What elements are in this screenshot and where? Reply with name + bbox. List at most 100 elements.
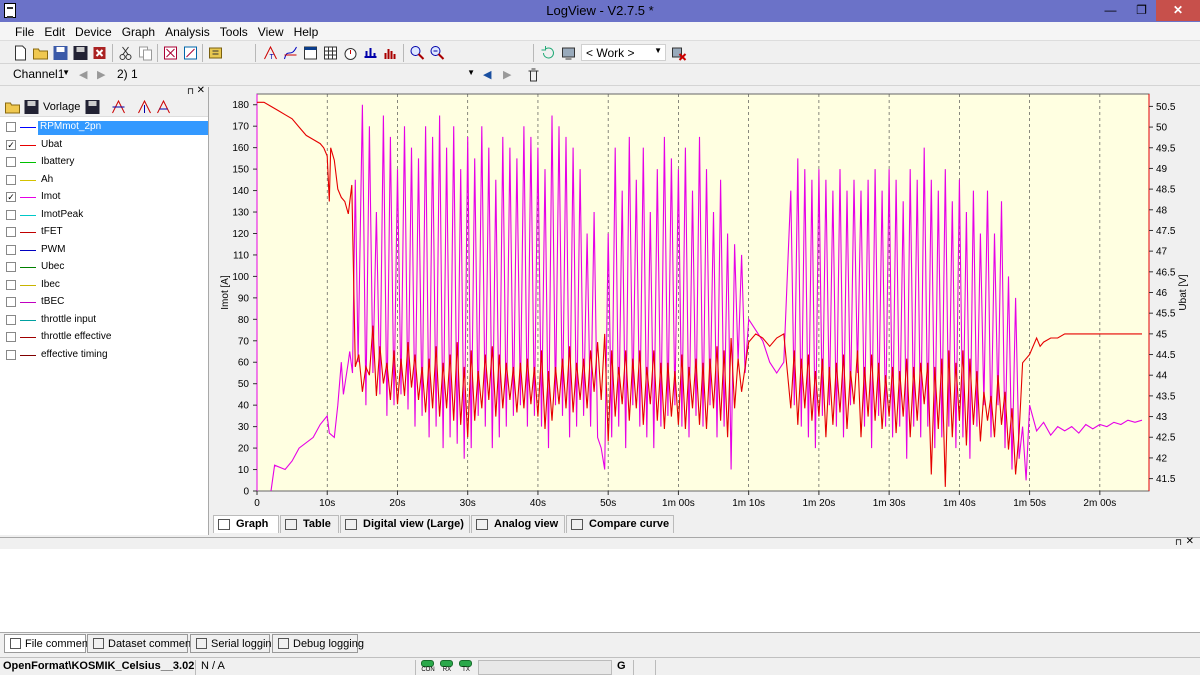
dataset-comment-icon bbox=[93, 638, 104, 649]
channel-checkbox[interactable]: ✓ bbox=[6, 139, 16, 150]
menu-help[interactable]: Help bbox=[289, 22, 324, 39]
tab-serial-logging[interactable]: Serial logging bbox=[190, 634, 278, 653]
save-as-icon[interactable] bbox=[72, 45, 89, 61]
close-button[interactable]: ✕ bbox=[1156, 0, 1200, 21]
dataset-select[interactable]: 2) 1 ▼ bbox=[115, 67, 477, 83]
menu-graph[interactable]: Graph bbox=[117, 22, 160, 39]
cut-icon[interactable] bbox=[117, 45, 134, 61]
menu-device[interactable]: Device bbox=[70, 22, 117, 39]
template-label: Vorlage bbox=[43, 101, 81, 113]
save-template-icon[interactable] bbox=[84, 99, 101, 115]
menu-tools[interactable]: Tools bbox=[215, 22, 253, 39]
menu-file[interactable]: File bbox=[10, 22, 39, 39]
channel-checkbox[interactable] bbox=[6, 157, 16, 167]
work-profile-select[interactable]: < Work > ▼ bbox=[581, 44, 666, 61]
status-format: OpenFormat\KOSMIK_Celsius__3.02 bbox=[0, 660, 196, 675]
stopwatch-icon[interactable] bbox=[342, 45, 359, 61]
channel-checkbox[interactable] bbox=[6, 349, 16, 360]
tab-table[interactable]: Table bbox=[280, 515, 339, 533]
work-profile-value: < Work > bbox=[586, 46, 635, 60]
graph-panel: 0 10s 20s 30s 40s 50s 1m 00s 1m 10s 1m 20s 1m 30s… bbox=[211, 87, 1200, 535]
tab-dataset-comment[interactable]: Dataset comment bbox=[87, 634, 194, 653]
channel-item[interactable]: throttle input bbox=[0, 312, 208, 330]
channel-checkbox[interactable]: ✓ bbox=[6, 192, 16, 202]
work-profile-icon[interactable] bbox=[560, 45, 577, 61]
export-icon[interactable] bbox=[182, 45, 199, 61]
curve-add-icon[interactable] bbox=[136, 99, 153, 115]
channel-item[interactable]: ✓ Imot bbox=[0, 189, 208, 207]
channel-item[interactable]: RPMmot_2pn bbox=[0, 119, 208, 137]
scale-icon[interactable] bbox=[362, 45, 379, 61]
digital-view-icon bbox=[345, 519, 357, 530]
prev-dataset-icon[interactable]: ◀ bbox=[483, 68, 491, 81]
minimize-button[interactable]: — bbox=[1097, 0, 1124, 21]
next-channel-icon[interactable]: ▶ bbox=[97, 68, 105, 81]
channel-item[interactable]: tFET bbox=[0, 224, 208, 242]
channel-item[interactable]: ImotPeak bbox=[0, 207, 208, 225]
delete-profile-icon[interactable] bbox=[670, 45, 687, 61]
channel-item[interactable]: tBEC bbox=[0, 294, 208, 312]
channel-item[interactable]: PWM bbox=[0, 242, 208, 260]
channel-item[interactable]: ✓ Ubat bbox=[0, 137, 208, 155]
tab-graph[interactable]: Graph bbox=[213, 515, 279, 533]
close-icon[interactable]: ✕ bbox=[197, 85, 205, 96]
menu-view[interactable]: View bbox=[253, 22, 289, 39]
y-left-tick-label: 60 bbox=[238, 358, 250, 369]
channel-item[interactable]: Ubec bbox=[0, 259, 208, 277]
close-file-icon[interactable] bbox=[92, 45, 109, 61]
device-settings-icon[interactable] bbox=[207, 45, 224, 61]
channel-checkbox[interactable] bbox=[6, 297, 16, 307]
channel-checkbox[interactable] bbox=[6, 209, 16, 220]
close-icon[interactable]: ✕ bbox=[1186, 536, 1194, 547]
y-left-tick-label: 80 bbox=[238, 315, 250, 326]
maximize-button[interactable]: ❐ bbox=[1128, 0, 1155, 21]
channel-checkbox[interactable] bbox=[6, 262, 16, 272]
tab-debug-logging[interactable]: Debug logging bbox=[272, 634, 364, 653]
tab-digital-view[interactable]: Digital view (Large) bbox=[340, 515, 470, 533]
new-file-icon[interactable] bbox=[12, 45, 29, 61]
zoom-out-icon[interactable] bbox=[429, 45, 446, 61]
zoom-window-icon[interactable] bbox=[302, 45, 319, 61]
x-tick-label: 40s bbox=[530, 498, 546, 509]
channel-item[interactable]: Ibattery bbox=[0, 154, 208, 172]
channel-checkbox[interactable] bbox=[6, 227, 16, 237]
open-folder-icon[interactable] bbox=[32, 45, 49, 61]
graph-tx-icon[interactable]: T bbox=[262, 45, 279, 61]
next-dataset-icon[interactable]: ▶ bbox=[503, 68, 511, 81]
channel-select[interactable]: Channel1 ▼ bbox=[10, 67, 72, 83]
curve-settings-icon[interactable] bbox=[110, 99, 127, 115]
channel-item[interactable]: effective timing bbox=[0, 347, 208, 365]
channel-checkbox[interactable] bbox=[6, 279, 16, 290]
table-view-icon[interactable] bbox=[322, 45, 339, 61]
channel-item[interactable]: Ah bbox=[0, 172, 208, 190]
channel-item[interactable]: throttle effective bbox=[0, 329, 208, 347]
channel-checkbox[interactable] bbox=[6, 174, 16, 185]
pin-icon[interactable]: ⊓ bbox=[187, 86, 194, 97]
channel-checkbox[interactable] bbox=[6, 244, 16, 255]
copy-icon[interactable] bbox=[137, 45, 154, 61]
menu-analysis[interactable]: Analysis bbox=[160, 22, 215, 39]
open-folder-icon[interactable] bbox=[4, 99, 21, 115]
prev-channel-icon[interactable]: ◀ bbox=[79, 68, 87, 81]
trash-icon[interactable] bbox=[525, 67, 542, 83]
channel-checkbox[interactable] bbox=[6, 332, 16, 342]
table-icon bbox=[285, 519, 297, 530]
tab-analog-view[interactable]: Analog view bbox=[471, 515, 565, 533]
channel-item[interactable]: Ibec bbox=[0, 277, 208, 295]
tab-file-comment[interactable]: File comment bbox=[4, 634, 91, 653]
refresh-work-icon[interactable] bbox=[540, 45, 557, 61]
save-icon[interactable] bbox=[52, 45, 69, 61]
menu-edit[interactable]: Edit bbox=[39, 22, 70, 39]
pin-icon[interactable]: ⊓ bbox=[1175, 537, 1182, 548]
statistics-icon[interactable] bbox=[382, 45, 399, 61]
channel-checkbox[interactable] bbox=[6, 314, 16, 325]
channel-checkbox[interactable] bbox=[6, 122, 16, 132]
zoom-in-icon[interactable] bbox=[409, 45, 426, 61]
import-icon[interactable] bbox=[162, 45, 179, 61]
curve-select-icon[interactable] bbox=[282, 45, 299, 61]
graph-chart[interactable]: 0 10s 20s 30s 40s 50s 1m 00s 1m 10s 1m 20s 1m 30s… bbox=[211, 87, 1200, 515]
tab-compare-curve[interactable]: Compare curve bbox=[566, 515, 674, 533]
save-icon[interactable] bbox=[23, 99, 40, 115]
y-left-tick-label: 40 bbox=[238, 401, 250, 412]
curve-remove-icon[interactable] bbox=[155, 99, 172, 115]
